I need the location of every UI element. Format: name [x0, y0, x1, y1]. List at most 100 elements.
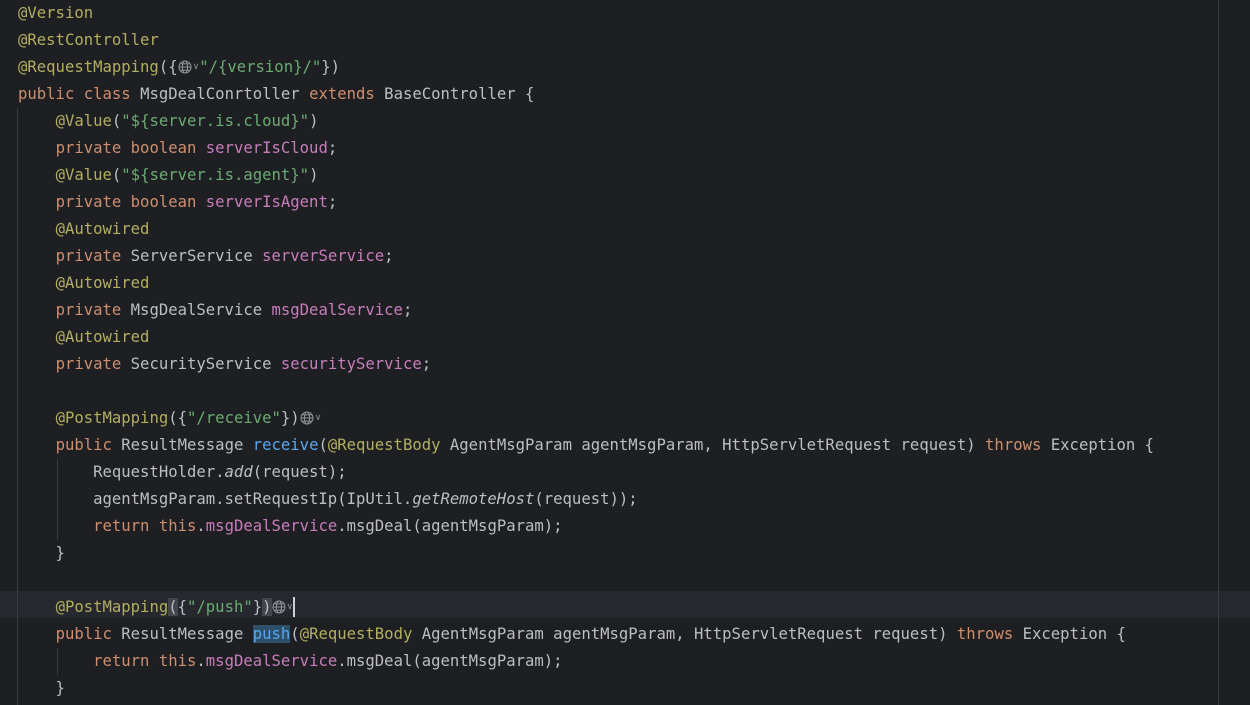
code-line[interactable]: private ServerService serverService; — [18, 243, 394, 270]
code-token: ) — [262, 598, 272, 616]
code-token: ( — [111, 112, 122, 130]
code-token: (request)); — [534, 490, 638, 508]
code-line[interactable]: public class MsgDealConrtoller extends B… — [18, 81, 534, 108]
code-token: ({ — [168, 409, 188, 427]
code-token: public — [55, 436, 112, 454]
code-token: agentMsgParam.setRequestIp(IpUtil. — [18, 490, 413, 508]
code-line[interactable]: @Autowired — [18, 324, 150, 351]
code-token: "/receive" — [187, 409, 281, 427]
code-token: }) — [321, 58, 341, 76]
chevron-down-icon: ∨ — [314, 413, 322, 423]
code-line[interactable]: @RequestMapping({∨"/{version}/"}) — [18, 54, 340, 81]
code-line[interactable]: @Value("${server.is.cloud}") — [18, 108, 319, 135]
code-line[interactable]: public ResultMessage push(@RequestBody A… — [18, 621, 1126, 648]
code-token: ) — [309, 112, 319, 130]
code-token: @Autowired — [55, 220, 150, 238]
code-token: RequestHolder. — [18, 463, 225, 481]
code-line[interactable]: private MsgDealService msgDealService; — [18, 297, 413, 324]
code-editor[interactable]: @Version @RestController @RequestMapping({… — [0, 0, 1250, 705]
code-line[interactable]: @Autowired — [18, 216, 150, 243]
code-token: @Value — [55, 166, 112, 184]
code-token: ; — [384, 247, 394, 265]
code-token: ( — [318, 436, 328, 454]
code-line[interactable]: @RestController — [18, 27, 159, 54]
code-token: private — [55, 247, 122, 265]
code-token: serverIsCloud — [205, 139, 328, 157]
code-token: @RestController — [18, 31, 159, 49]
code-token: "${server.is.cloud}" — [121, 112, 310, 130]
code-line[interactable]: private boolean serverIsAgent; — [18, 189, 338, 216]
code-token: AgentMsgParam agentMsgParam, HttpServlet… — [412, 625, 957, 643]
code-line[interactable]: return this.msgDealService.msgDeal(agent… — [18, 513, 562, 540]
code-token: private — [55, 355, 122, 373]
code-token: return — [93, 517, 150, 535]
code-line[interactable]: agentMsgParam.setRequestIp(IpUtil.getRem… — [18, 486, 638, 513]
code-token: private — [55, 139, 122, 157]
code-token: public — [18, 85, 75, 103]
code-token: add — [224, 463, 253, 481]
code-token: getRemoteHost — [412, 490, 535, 508]
code-token: MsgDealConrtoller — [130, 85, 310, 103]
code-line[interactable]: @PostMapping({"/push"}) ∨ — [18, 594, 296, 623]
code-token: . — [196, 652, 206, 670]
code-token: ( — [111, 166, 122, 184]
code-token: return — [93, 652, 150, 670]
code-line[interactable]: RequestHolder.add(request); — [18, 459, 347, 486]
code-line[interactable]: } — [18, 675, 65, 702]
code-token: ; — [327, 193, 338, 211]
code-line[interactable]: @Version — [18, 0, 93, 27]
code-line[interactable]: } — [18, 540, 65, 567]
code-token: ) — [309, 166, 319, 184]
code-token: Exception { — [1013, 625, 1126, 643]
endpoint-globe-icon[interactable]: ∨ — [178, 54, 199, 83]
code-token: public — [55, 625, 112, 643]
code-token: @RequestMapping — [18, 58, 159, 76]
code-line[interactable]: @PostMapping({"/receive"}) ∨ — [18, 405, 322, 434]
code-token: ({ — [158, 58, 178, 76]
code-token: MsgDealService — [121, 301, 272, 319]
code-token: @Autowired — [55, 274, 150, 292]
code-token: extends — [309, 85, 375, 103]
code-line[interactable]: @Autowired — [18, 270, 150, 297]
code-line[interactable]: return this.msgDealService.msgDeal(agent… — [18, 648, 563, 675]
code-token: "/push" — [187, 598, 253, 616]
code-token: throws — [985, 436, 1042, 454]
code-token: .msgDeal(agentMsgParam); — [337, 652, 563, 670]
code-token: ( — [168, 598, 178, 616]
code-token: @Version — [18, 4, 94, 22]
endpoint-globe-icon[interactable]: ∨ — [271, 594, 294, 623]
code-token: serverIsAgent — [205, 193, 328, 211]
code-token: this — [158, 652, 197, 670]
code-token: SecurityService — [121, 355, 281, 373]
code-token: class — [83, 85, 131, 103]
code-token: } — [18, 679, 65, 697]
code-line[interactable]: private SecurityService securityService; — [18, 351, 432, 378]
endpoint-globe-icon[interactable]: ∨ — [300, 405, 322, 434]
code-line[interactable]: @Value("${server.is.agent}") — [18, 162, 319, 189]
code-token: this — [158, 517, 197, 535]
code-line[interactable]: private boolean serverIsCloud; — [18, 135, 338, 162]
code-token: @Value — [55, 112, 112, 130]
code-token: }) — [280, 409, 300, 427]
code-token: { — [177, 598, 188, 616]
code-token: BaseController { — [374, 85, 535, 103]
chevron-down-icon: ∨ — [286, 602, 294, 612]
code-token: AgentMsgParam agentMsgParam, HttpServlet… — [440, 436, 986, 454]
code-line[interactable]: public ResultMessage receive(@RequestBod… — [18, 432, 1155, 459]
code-token: ; — [421, 355, 432, 373]
